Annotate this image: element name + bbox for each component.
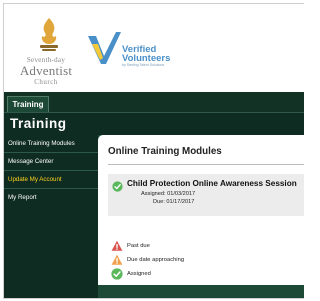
section-title: Online Training Modules (108, 146, 222, 157)
session-assigned-date: Assigned: 01/03/2017 (141, 191, 196, 197)
main-panel: Online Training Modules Child Protection… (98, 135, 304, 298)
sidebar-divider (4, 152, 98, 153)
section-divider (108, 164, 304, 165)
tab-training[interactable]: Training (7, 96, 49, 113)
session-due-date: Due: 01/17/2017 (153, 199, 195, 205)
check-mark-icon (88, 32, 121, 64)
check-circle-icon (112, 181, 123, 192)
sidebar-item-update-my-account[interactable]: Update My Account (4, 173, 98, 187)
tab-bar: Training (4, 92, 304, 113)
session-title[interactable]: Child Protection Online Awareness Sessio… (127, 179, 297, 188)
verified-volunteers-logo: Verified Volunteers by Sterling Talent S… (86, 30, 206, 70)
footer-bar (98, 285, 304, 298)
warning-red-icon (111, 240, 123, 251)
check-circle-icon (111, 268, 123, 280)
vv-line2: Volunteers (122, 53, 171, 64)
vv-tagline: by Sterling Talent Solutions (122, 63, 165, 67)
sda-logo: Seventh-day Adventist Church (10, 12, 82, 90)
sidebar-divider (4, 188, 98, 189)
sidebar-divider (4, 170, 98, 171)
warning-orange-icon (111, 254, 123, 265)
training-session-item[interactable]: Child Protection Online Awareness Sessio… (108, 174, 304, 216)
page-title: Training (10, 116, 67, 131)
sda-line3: Church (34, 78, 58, 86)
flame-icon (40, 18, 58, 51)
sidebar: Online Training Modules Message Center U… (4, 135, 98, 298)
title-bar: Training (4, 112, 304, 135)
legend-label: Due date approaching (127, 257, 185, 263)
sidebar-item-online-training-modules[interactable]: Online Training Modules (4, 137, 98, 151)
sidebar-item-message-center[interactable]: Message Center (4, 155, 98, 169)
legend-label: Assigned (127, 271, 151, 277)
content-card: Online Training Modules Child Protection… (98, 135, 304, 285)
legend-label: Past due (127, 243, 150, 249)
header: Seventh-day Adventist Church Verified Vo… (4, 4, 304, 92)
sda-line2: Adventist (19, 63, 73, 78)
sidebar-item-my-report[interactable]: My Report (4, 191, 98, 205)
app-window: Seventh-day Adventist Church Verified Vo… (3, 3, 304, 299)
